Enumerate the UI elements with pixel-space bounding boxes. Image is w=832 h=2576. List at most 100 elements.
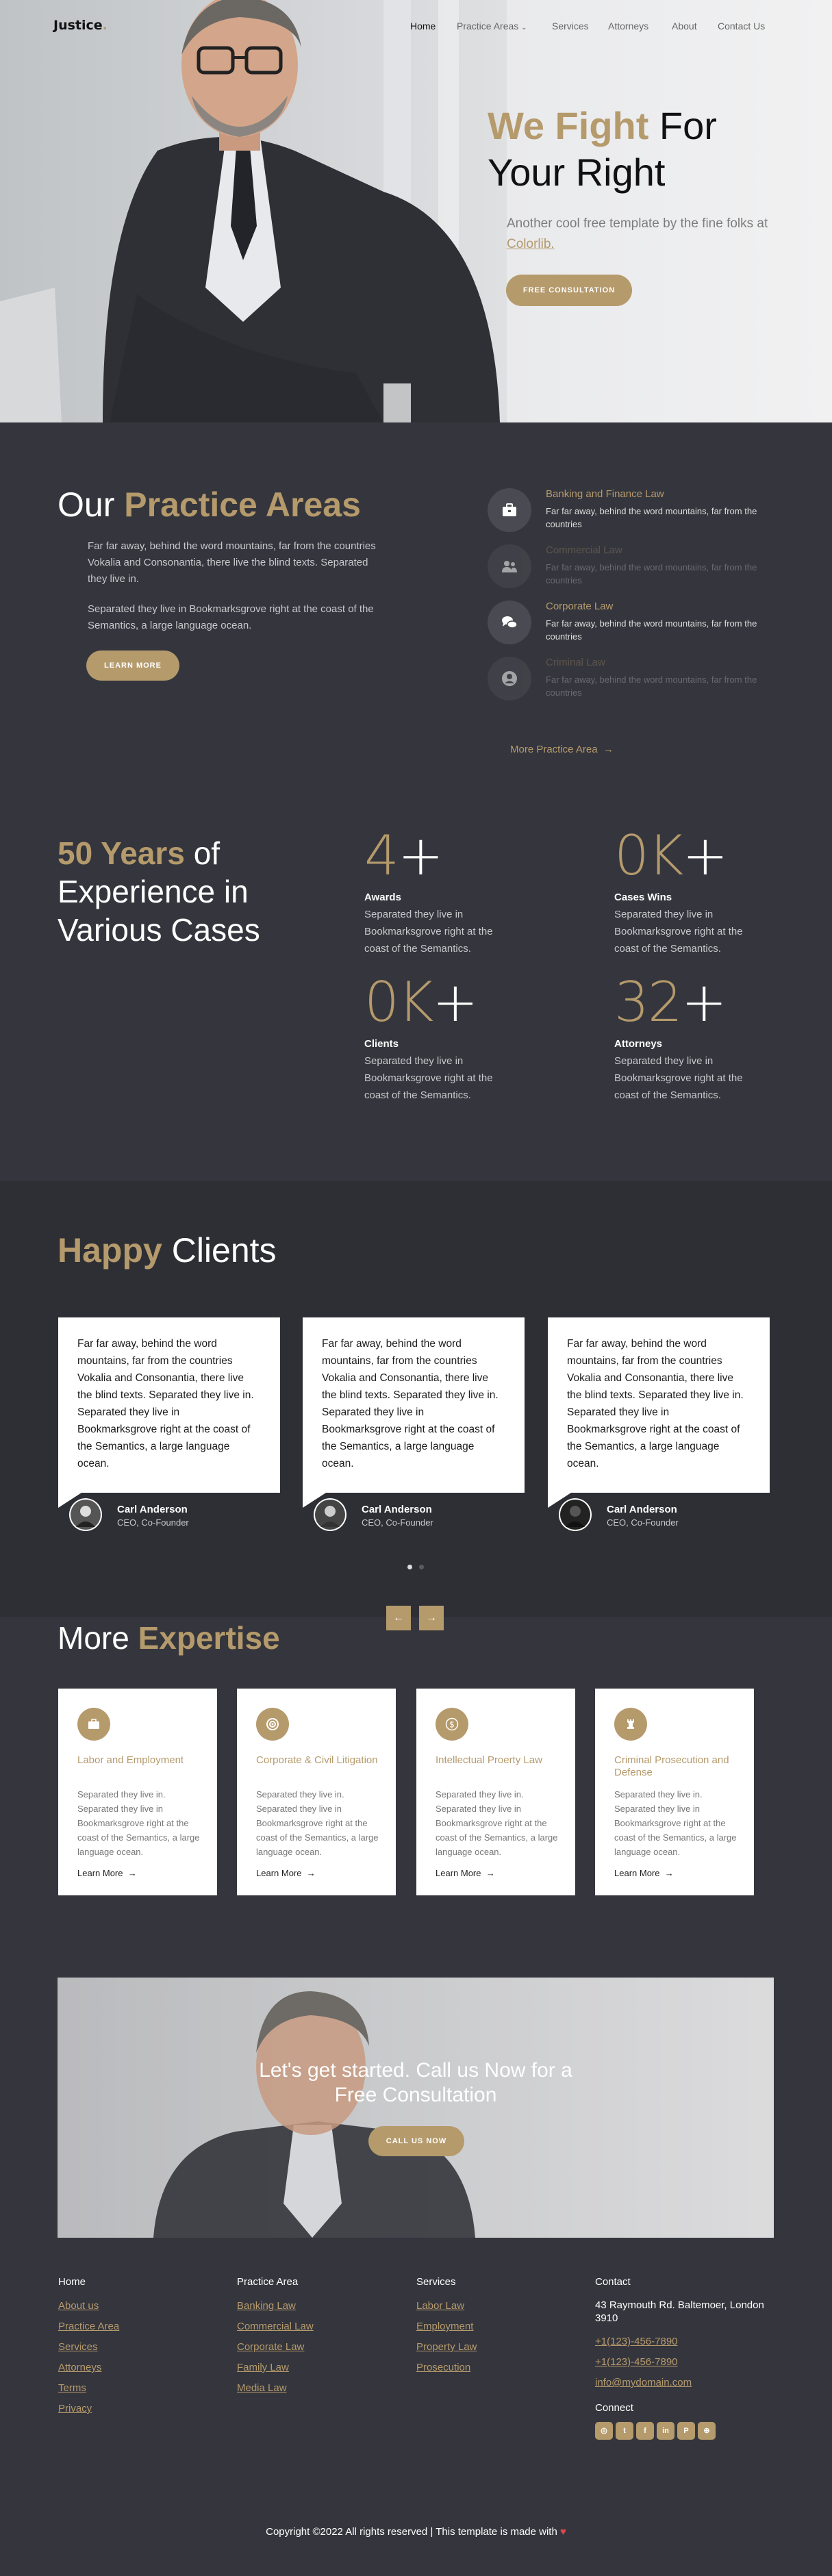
clients-title: Happy Clients	[58, 1231, 277, 1270]
area-title: Corporate Law	[546, 601, 614, 612]
footer-link-property-law[interactable]: Property Law	[416, 2341, 477, 2353]
expertise-title-text: Labor and Employment	[77, 1754, 184, 1766]
hero-title: We Fight For Your Right	[488, 104, 717, 194]
heart-icon: ♥	[559, 2526, 566, 2538]
footer-link-privacy[interactable]: Privacy	[58, 2403, 119, 2414]
avatar	[559, 1498, 592, 1531]
instagram-icon[interactable]: ◎	[595, 2422, 613, 2440]
nav-contact-us[interactable]: Contact Us	[718, 21, 765, 31]
nav-about[interactable]: About	[672, 21, 697, 31]
site-logo[interactable]: Justice.	[53, 18, 108, 33]
area-desc: Far far away, behind the word mountains,…	[546, 562, 757, 585]
stat-attorneys: 32+ Attorneys Separated they live in Boo…	[614, 974, 785, 1104]
expertise-learn-more-link[interactable]: Learn More →	[614, 1868, 674, 1878]
testimonial-card: Far far away, behind the word mountains,…	[548, 1317, 770, 1531]
linkedin-icon[interactable]: in	[657, 2422, 675, 2440]
twitter-icon[interactable]: t	[616, 2422, 633, 2440]
users-icon	[488, 544, 531, 588]
area-commercial[interactable]: Commercial Law Far far away, behind the …	[488, 544, 789, 592]
footer-link-about-us[interactable]: About us	[58, 2300, 119, 2312]
footer-link-commercial-law[interactable]: Commercial Law	[237, 2321, 314, 2332]
footer-col-services: Services Labor Law Employment Property L…	[416, 2276, 477, 2382]
expertise-learn-more-link[interactable]: Learn More →	[256, 1868, 316, 1878]
area-banking-finance[interactable]: Banking and Finance Law Far far away, be…	[488, 488, 789, 536]
testimonial-text: Far far away, behind the word mountains,…	[548, 1317, 770, 1493]
nav-services[interactable]: Services	[552, 21, 589, 31]
area-title: Banking and Finance Law	[546, 488, 664, 500]
expertise-title: More Expertise	[58, 1620, 280, 1656]
area-title: Criminal Law	[546, 657, 605, 668]
footer-heading: Services	[416, 2276, 456, 2288]
area-criminal[interactable]: Criminal Law Far far away, behind the wo…	[488, 657, 789, 705]
footer-col-contact: Contact 43 Raymouth Rd. Baltemoer, Londo…	[595, 2276, 780, 2440]
footer-link-terms[interactable]: Terms	[58, 2382, 119, 2394]
stat-desc: Separated they live in Bookmarksgrove ri…	[614, 1055, 743, 1101]
arrow-right-icon: →	[603, 744, 614, 755]
cta-banner: Let's get started. Call us Now for a Free…	[58, 1978, 774, 2238]
area-desc: Far far away, behind the word mountains,…	[546, 506, 757, 529]
facebook-icon[interactable]: f	[636, 2422, 654, 2440]
footer-heading: Contact	[595, 2276, 631, 2288]
expertise-learn-more-link[interactable]: Learn More →	[436, 1868, 495, 1878]
expertise-desc: Separated they live in. Separated they l…	[77, 1789, 200, 1857]
footer-email[interactable]: info@mydomain.com	[595, 2377, 780, 2388]
testimonial-name: Carl Anderson	[607, 1504, 677, 1515]
footer-link-employment[interactable]: Employment	[416, 2321, 477, 2332]
footer-link-services[interactable]: Services	[58, 2341, 119, 2353]
footer-heading: Practice Area	[237, 2276, 299, 2288]
colorlib-link[interactable]: Colorlib.	[507, 237, 555, 251]
footer-link-banking-law[interactable]: Banking Law	[237, 2300, 314, 2312]
expertise-title-text: Criminal Prosecution and Defense	[614, 1754, 729, 1778]
area-corporate[interactable]: Corporate Law Far far away, behind the w…	[488, 601, 789, 648]
social-links: ◎ t f in P ⊕	[595, 2422, 780, 2440]
nav-home[interactable]: Home	[410, 21, 436, 31]
stat-desc: Separated they live in Bookmarksgrove ri…	[364, 1055, 493, 1101]
testimonial-name: Carl Anderson	[117, 1504, 188, 1515]
learn-more-button[interactable]: Learn More	[86, 651, 179, 681]
expertise-card: Criminal Prosecution and Defense Separat…	[595, 1689, 754, 1895]
footer-link-family-law[interactable]: Family Law	[237, 2362, 314, 2373]
main-nav: Justice. Home Practice Areas ⌄ Services …	[0, 0, 832, 55]
dribbble-icon[interactable]: ⊕	[698, 2422, 716, 2440]
call-us-now-button[interactable]: Call Us Now	[368, 2126, 464, 2156]
carousel-dot[interactable]	[419, 1565, 424, 1569]
arrow-right-icon: →	[306, 1868, 316, 1878]
stat-label: Awards	[364, 892, 401, 903]
stat-number: 4+	[364, 824, 444, 887]
avatar	[314, 1498, 346, 1531]
chess-rook-icon	[614, 1708, 647, 1741]
briefcase-icon	[488, 488, 531, 532]
svg-text:$: $	[449, 1720, 455, 1730]
stat-number: 0K+	[614, 824, 728, 887]
footer-link-prosecution[interactable]: Prosecution	[416, 2362, 477, 2373]
arrow-right-icon: →	[664, 1868, 674, 1878]
footer-link-practice-area[interactable]: Practice Area	[58, 2321, 119, 2332]
footer-link-media-law[interactable]: Media Law	[237, 2382, 314, 2394]
pinterest-icon[interactable]: P	[677, 2422, 695, 2440]
prev-arrow-button[interactable]: ←	[386, 1606, 411, 1630]
footer-phone-1[interactable]: +1(123)-456-7890	[595, 2336, 780, 2347]
footer-link-corporate-law[interactable]: Corporate Law	[237, 2341, 314, 2353]
testimonial-card: Far far away, behind the word mountains,…	[58, 1317, 280, 1531]
nav-practice-areas[interactable]: Practice Areas ⌄	[457, 21, 527, 31]
chevron-down-icon: ⌄	[521, 24, 527, 31]
carousel-dot-active[interactable]	[407, 1565, 412, 1569]
avatar	[69, 1498, 102, 1531]
stat-clients: 0K+ Clients Separated they live in Bookm…	[364, 974, 535, 1104]
nav-attorneys[interactable]: Attorneys	[608, 21, 648, 31]
expertise-card: Corporate & Civil Litigation Separated t…	[237, 1689, 396, 1895]
dollar-icon: $	[436, 1708, 468, 1741]
footer-phone-2[interactable]: +1(123)-456-7890	[595, 2356, 780, 2368]
footer-heading[interactable]: Home	[58, 2276, 119, 2288]
free-consultation-button[interactable]: Free Consultation	[506, 275, 632, 306]
arrow-right-icon: →	[486, 1868, 495, 1878]
more-practice-area-link[interactable]: More Practice Area →	[510, 744, 614, 755]
next-arrow-button[interactable]: →	[419, 1606, 444, 1630]
footer-link-labor-law[interactable]: Labor Law	[416, 2300, 477, 2312]
footer-link-attorneys[interactable]: Attorneys	[58, 2362, 119, 2373]
stat-label: Cases Wins	[614, 892, 672, 903]
area-desc: Far far away, behind the word mountains,…	[546, 674, 757, 698]
expertise-learn-more-link[interactable]: Learn More →	[77, 1868, 137, 1878]
practice-paragraph-2: Separated they live in Bookmarksgrove ri…	[88, 603, 374, 631]
expertise-desc: Separated they live in. Separated they l…	[436, 1789, 558, 1857]
